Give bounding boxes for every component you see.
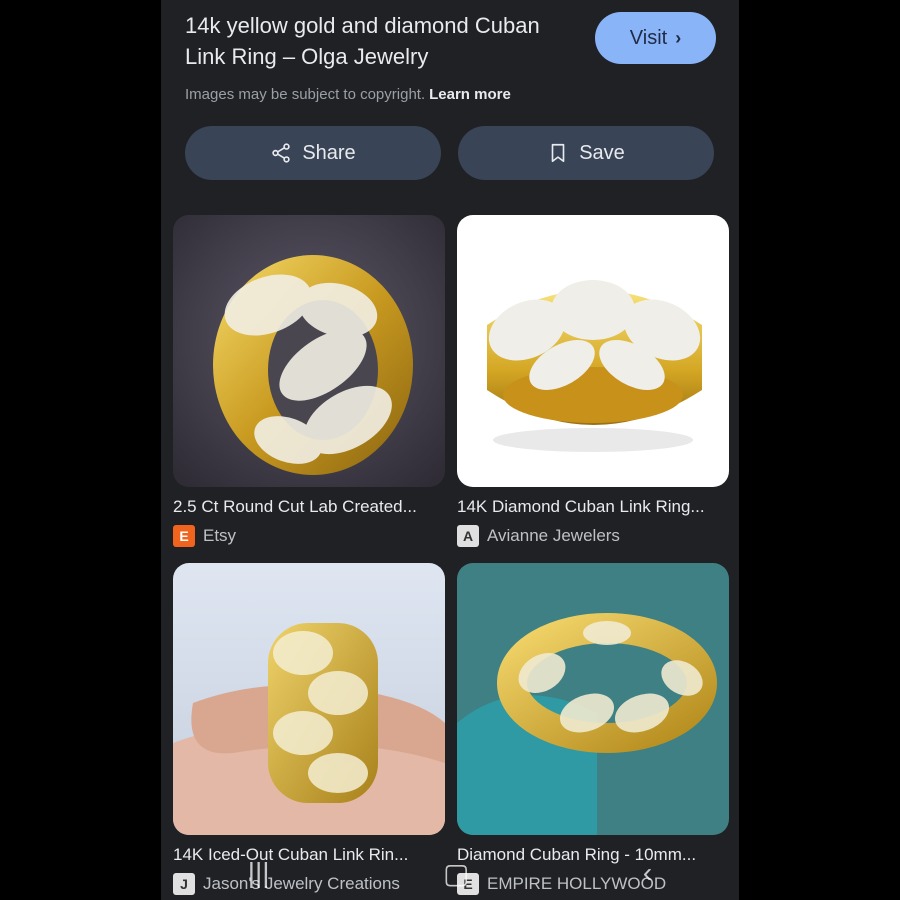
copyright-notice: Images may be subject to copyright. Learn… [185,86,585,103]
source-name: EMPIRE HOLLYWOOD [487,874,667,893]
header: 14k yellow gold and diamond Cuban Link R… [185,10,585,103]
home-icon[interactable]: ▢ [443,857,469,890]
result-source[interactable]: E EMPIRE HOLLYWOOD [457,873,729,895]
back-icon[interactable]: ‹ [643,857,652,889]
result-source[interactable]: A Avianne Jewelers [457,525,729,547]
result-caption[interactable]: 2.5 Ct Round Cut Lab Created... [173,497,445,517]
save-label: Save [579,141,625,164]
jasons-favicon-icon: J [173,873,195,895]
result-card[interactable]: 14K Iced-Out Cuban Link Rin... J Jason's… [173,563,445,895]
result-thumbnail[interactable] [457,215,729,487]
ring-image [173,563,445,835]
source-name: Avianne Jewelers [487,526,620,545]
recent-apps-icon[interactable]: ||| [248,857,270,889]
result-thumbnail[interactable] [173,215,445,487]
bookmark-icon [551,143,565,163]
result-caption[interactable]: Diamond Cuban Ring - 10mm... [457,845,729,865]
ring-image [173,215,445,487]
chevron-right-icon: › [675,27,682,48]
source-name: Etsy [203,526,237,545]
result-caption[interactable]: 14K Diamond Cuban Link Ring... [457,497,729,517]
visit-button[interactable]: Visit › [595,12,716,64]
share-label: Share [302,141,356,164]
image-viewer-panel: 14k yellow gold and diamond Cuban Link R… [161,0,739,900]
ring-image [457,215,729,487]
result-card[interactable]: 2.5 Ct Round Cut Lab Created... E Etsy [173,215,445,547]
result-thumbnail[interactable] [173,563,445,835]
result-card[interactable]: 14K Diamond Cuban Link Ring... A Avianne… [457,215,729,547]
source-name: Jason's Jewelry Creations [203,874,400,893]
avianne-favicon-icon: A [457,525,479,547]
page-title[interactable]: 14k yellow gold and diamond Cuban Link R… [185,10,585,72]
share-button[interactable]: Share [185,126,441,180]
etsy-favicon-icon: E [173,525,195,547]
result-card[interactable]: Diamond Cuban Ring - 10mm... E EMPIRE HO… [457,563,729,895]
result-source[interactable]: J Jason's Jewelry Creations [173,873,445,895]
result-thumbnail[interactable] [457,563,729,835]
learn-more-link[interactable]: Learn more [429,86,511,103]
result-source[interactable]: E Etsy [173,525,445,547]
visit-label: Visit [629,26,668,49]
result-caption[interactable]: 14K Iced-Out Cuban Link Rin... [173,845,445,865]
copyright-text: Images may be subject to copyright. [185,86,426,103]
share-icon [272,143,291,163]
ring-image [457,563,729,835]
save-button[interactable]: Save [458,126,714,180]
